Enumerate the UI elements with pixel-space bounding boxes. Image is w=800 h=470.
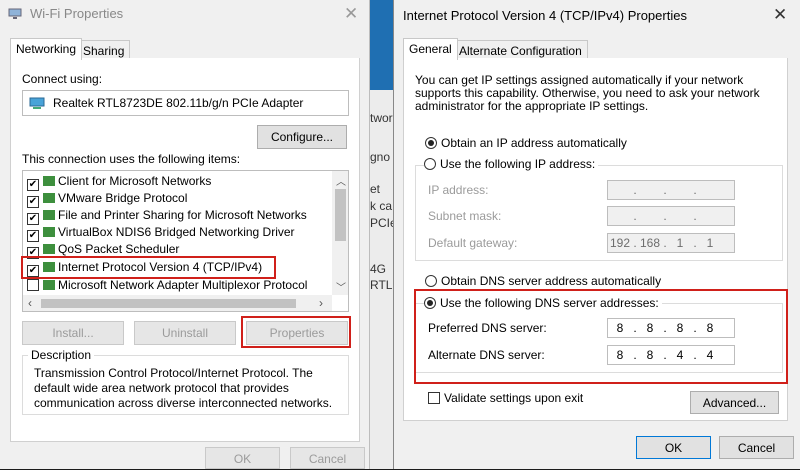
intro-text: You can get IP settings assigned automat… bbox=[415, 73, 760, 113]
background-text: RTL bbox=[370, 278, 393, 292]
default-gateway-field[interactable]: 192. 168. 1. 1 bbox=[607, 233, 735, 253]
checkbox[interactable] bbox=[428, 392, 440, 404]
adapter-icon bbox=[29, 97, 45, 109]
radio-button[interactable] bbox=[425, 137, 437, 149]
items-label: This connection uses the following items… bbox=[22, 152, 241, 166]
radio-button[interactable] bbox=[425, 275, 437, 287]
close-icon[interactable]: ✕ bbox=[344, 4, 358, 24]
scrollbar-thumb[interactable] bbox=[41, 299, 296, 308]
service-icon bbox=[43, 244, 55, 254]
install-button[interactable]: Install... bbox=[22, 321, 124, 345]
validate-checkbox[interactable]: Validate settings upon exit bbox=[428, 391, 583, 405]
list-item[interactable]: Microsoft Network Adapter Multiplexor Pr… bbox=[27, 278, 307, 295]
highlight-properties-button bbox=[241, 316, 351, 348]
configure-button[interactable]: Configure... bbox=[257, 125, 347, 149]
background-text: et bbox=[370, 182, 381, 196]
highlight-ipv4-item bbox=[21, 256, 276, 279]
background-text: twor bbox=[370, 111, 393, 125]
chevron-right-icon[interactable]: › bbox=[319, 296, 323, 310]
advanced-button[interactable]: Advanced... bbox=[690, 391, 779, 414]
highlight-dns-section bbox=[414, 289, 788, 384]
adapter-field: Realtek RTL8723DE 802.11b/g/n PCIe Adapt… bbox=[22, 90, 349, 116]
list-item[interactable]: ✔ File and Printer Sharing for Microsoft … bbox=[27, 208, 307, 225]
connect-using-label: Connect using: bbox=[22, 72, 103, 86]
background-text: gno bbox=[370, 150, 391, 164]
subnet-mask-field[interactable]: ... bbox=[607, 206, 735, 226]
vertical-scrollbar[interactable]: ︿ ﹀ bbox=[332, 171, 348, 295]
background-text: k ca bbox=[370, 199, 393, 213]
ok-button[interactable]: OK bbox=[636, 436, 711, 459]
radio-button[interactable] bbox=[424, 158, 436, 170]
tab-sharing[interactable]: Sharing bbox=[77, 40, 131, 59]
obtain-dns-auto-radio[interactable]: Obtain DNS server address automatically bbox=[425, 274, 661, 288]
chevron-up-icon[interactable]: ︿ bbox=[336, 173, 346, 188]
obtain-ip-auto-radio[interactable]: Obtain an IP address automatically bbox=[425, 136, 627, 150]
horizontal-scrollbar[interactable]: ‹ › bbox=[23, 295, 332, 311]
service-icon bbox=[43, 210, 55, 220]
chevron-down-icon[interactable]: ﹀ bbox=[336, 279, 346, 294]
list-item[interactable]: ✔ VirtualBox NDIS6 Bridged Networking Dri… bbox=[27, 225, 295, 242]
checkbox[interactable]: ✔ bbox=[27, 179, 39, 191]
checkbox[interactable] bbox=[27, 279, 39, 291]
ip-address-field[interactable]: ... bbox=[607, 180, 735, 200]
cancel-button[interactable]: Cancel bbox=[719, 436, 794, 459]
subnet-mask-label: Subnet mask: bbox=[428, 209, 502, 223]
chevron-left-icon[interactable]: ‹ bbox=[28, 296, 32, 310]
checkbox[interactable]: ✔ bbox=[27, 196, 39, 208]
description-label: Description bbox=[28, 348, 95, 362]
items-list[interactable]: ✔ Client for Microsoft Networks ✔ VMware B… bbox=[22, 170, 349, 312]
close-icon[interactable]: ✕ bbox=[773, 5, 787, 25]
ok-button[interactable]: OK bbox=[205, 447, 280, 469]
driver-icon bbox=[43, 227, 55, 237]
list-item[interactable]: ✔ VMware Bridge Protocol bbox=[27, 191, 187, 208]
protocol-icon bbox=[43, 193, 55, 203]
adapter-name: Realtek RTL8723DE 802.11b/g/n PCIe Adapt… bbox=[53, 96, 304, 110]
ip-address-label: IP address: bbox=[428, 183, 489, 197]
list-item[interactable]: ✔ Client for Microsoft Networks bbox=[27, 174, 211, 191]
use-following-ip-radio[interactable]: Use the following IP address: bbox=[424, 157, 599, 171]
checkbox[interactable]: ✔ bbox=[27, 230, 39, 242]
uninstall-button[interactable]: Uninstall bbox=[134, 321, 236, 345]
description-text: Transmission Control Protocol/Internet P… bbox=[34, 366, 333, 410]
client-icon bbox=[43, 176, 55, 186]
checkbox[interactable]: ✔ bbox=[27, 213, 39, 225]
tab-networking[interactable]: Networking bbox=[10, 38, 83, 60]
window-title: Wi-Fi Properties bbox=[30, 6, 124, 21]
default-gateway-label: Default gateway: bbox=[428, 236, 518, 250]
tab-alternate-configuration[interactable]: Alternate Configuration bbox=[453, 40, 588, 59]
cancel-button[interactable]: Cancel bbox=[290, 447, 365, 469]
protocol-icon bbox=[43, 280, 55, 290]
network-icon bbox=[8, 8, 22, 19]
scrollbar-thumb[interactable] bbox=[335, 189, 346, 241]
tab-general[interactable]: General bbox=[403, 38, 458, 60]
window-title: Internet Protocol Version 4 (TCP/IPv4) P… bbox=[403, 8, 687, 23]
background-text: 4G bbox=[370, 262, 387, 276]
